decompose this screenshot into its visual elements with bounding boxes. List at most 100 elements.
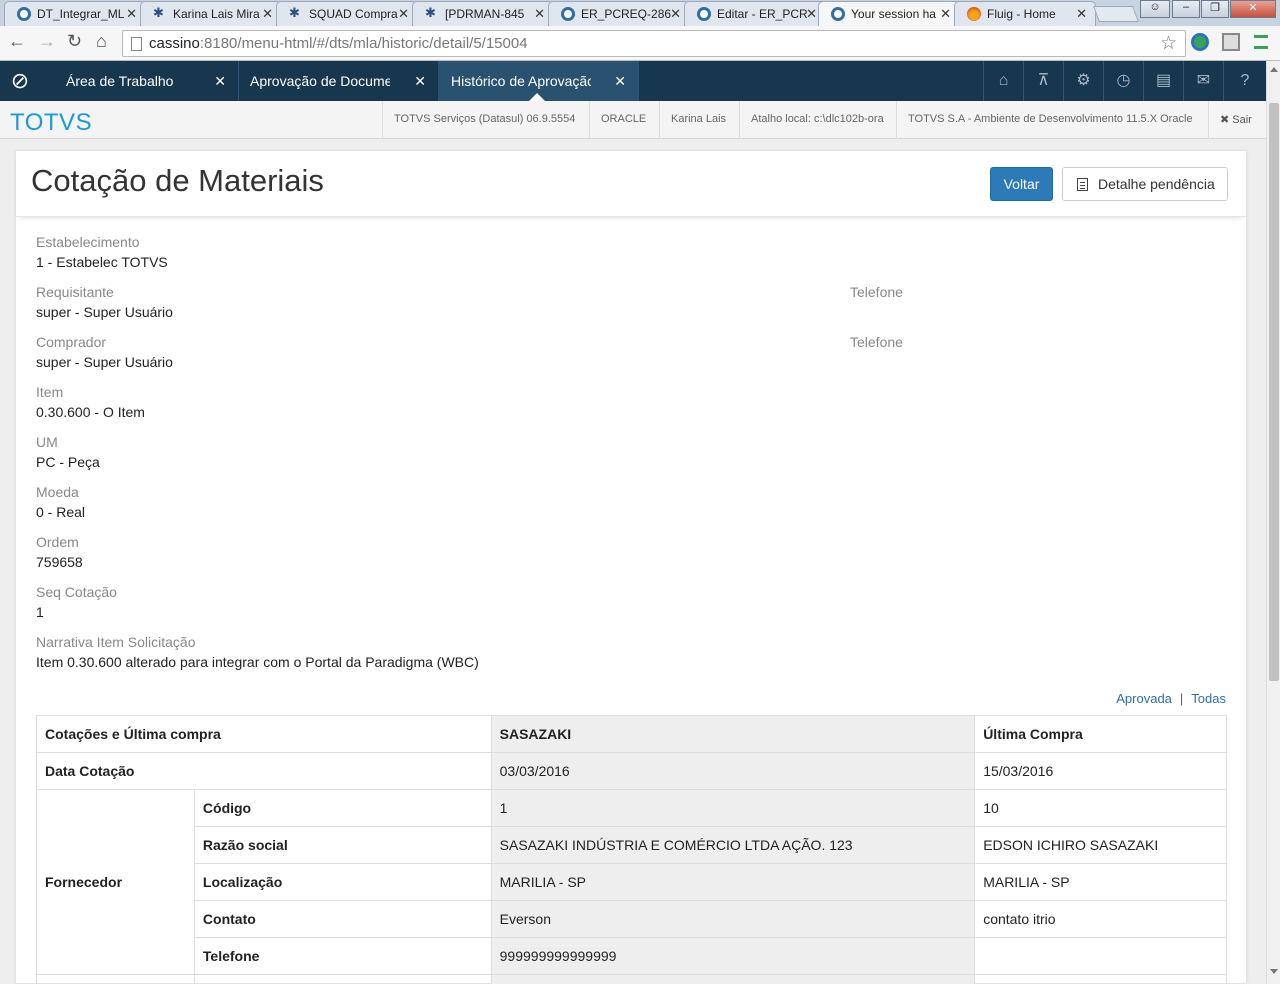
browser-tab[interactable]: ✱ SQUAD Compra ✕ <box>276 1 418 26</box>
gear-icon[interactable]: ⚙ <box>1063 61 1103 101</box>
field-value: Item 0.30.600 alterado para integrar com… <box>36 654 479 670</box>
table-cell <box>974 937 1227 975</box>
page-header: Cotação de Materiais Voltar Detalhe pend… <box>16 151 1246 217</box>
field-moeda: Moeda 0 - Real <box>36 484 85 520</box>
field-label: Item <box>36 384 64 400</box>
row-label: Contato <box>193 900 492 938</box>
info-environment: TOTVS S.A - Ambiente de Desenvolvimento … <box>896 101 1193 139</box>
tab-label: Histórico de Aprovação <box>451 73 591 89</box>
reload-icon[interactable]: ↻ <box>67 31 82 52</box>
table-cell: 15/03/2016 <box>974 752 1227 790</box>
scroll-down-arrow-icon[interactable] <box>1270 969 1278 974</box>
browser-toolbar: ← → ↻ ⌂ cassino:8180/menu-html/#/dts/mla… <box>0 26 1280 61</box>
content-panel: Cotação de Materiais Voltar Detalhe pend… <box>15 150 1247 984</box>
help-icon[interactable]: ? <box>1223 61 1266 101</box>
filter-all-link[interactable]: Todas <box>1191 691 1226 706</box>
maximize-button[interactable]: ❐ <box>1201 0 1229 18</box>
close-icon[interactable]: ✕ <box>670 6 681 22</box>
table-row: Razão social SASAZAKI INDÚSTRIA E COMÉRC… <box>37 826 1227 864</box>
browser-tab[interactable]: Fluig - Home ✕ <box>954 1 1096 26</box>
window-close-button[interactable]: ✕ <box>1230 0 1276 18</box>
logout-link[interactable]: ✖ Sair <box>1208 101 1252 139</box>
field-estabelecimento: Estabelecimento 1 - Estabelec TOTVS <box>36 234 168 270</box>
user-icon[interactable]: ☺ <box>1140 0 1170 18</box>
field-um: UM PC - Peça <box>36 434 100 470</box>
table-row: Fornecedor Código 1 10 <box>36 789 1227 975</box>
close-icon[interactable]: ✕ <box>940 6 951 22</box>
tab-historico-aprovacao[interactable]: Histórico de Aprovação ✕ <box>439 61 639 101</box>
filter-approved-link[interactable]: Aprovada <box>1116 691 1172 706</box>
clock-icon[interactable]: ◷ <box>1103 61 1143 101</box>
browser-tab-title: ER_PCREQ-286 <box>581 7 671 21</box>
forward-icon[interactable]: → <box>38 31 56 52</box>
close-icon[interactable]: ✕ <box>534 6 545 22</box>
back-button[interactable]: Voltar <box>990 167 1053 201</box>
close-icon[interactable]: ✕ <box>414 73 426 90</box>
browser-tab-title: Karina Lais Mira <box>173 7 260 21</box>
detail-pending-button[interactable]: Detalhe pendência <box>1062 167 1228 201</box>
field-requisitante: Requisitante super - Super Usuário <box>36 284 173 320</box>
field-label: Telefone <box>850 284 903 300</box>
field-label: Telefone <box>850 334 903 350</box>
page-title: Cotação de Materiais <box>31 163 324 198</box>
field-item: Item 0.30.600 - O Item <box>36 384 145 420</box>
field-value: 0 - Real <box>36 504 86 520</box>
totvs-logo-icon[interactable]: ⊘ <box>0 61 40 101</box>
home-icon[interactable]: ⌂ <box>96 31 107 52</box>
header-cell: SASAZAKI <box>490 715 976 753</box>
field-value: 1 - Estabelec TOTVS <box>36 254 168 270</box>
tab-aprovacao-documentos[interactable]: Aprovação de Docume ✕ <box>239 61 439 101</box>
field-value: super - Super Usuário <box>36 304 173 320</box>
table-cell <box>36 974 195 984</box>
close-icon[interactable]: ✕ <box>262 6 273 22</box>
back-icon[interactable]: ← <box>8 31 26 52</box>
mail-icon[interactable]: ✉ <box>1183 61 1223 101</box>
browser-tab[interactable]: DT_Integrar_ML ✕ <box>4 1 146 26</box>
close-icon[interactable]: ✕ <box>214 73 226 90</box>
document-icon[interactable]: ▤ <box>1143 61 1183 101</box>
new-tab-button[interactable] <box>1093 6 1139 22</box>
scroll-up-arrow-icon[interactable] <box>1270 67 1278 72</box>
info-database: ORACLE <box>589 101 646 139</box>
extension-globe-icon[interactable] <box>1191 33 1209 51</box>
row-label: Razão social <box>193 826 492 864</box>
field-label: Seq Cotação <box>36 584 117 600</box>
browser-tab[interactable]: Editar - ER_PCR ✕ <box>684 1 826 26</box>
minimize-button[interactable]: – <box>1172 0 1200 18</box>
globe-icon <box>831 7 845 21</box>
table-cell: EDSON ICHIRO SASAZAKI <box>974 826 1227 864</box>
close-icon[interactable]: ✕ <box>1076 6 1087 22</box>
star-icon[interactable]: ☆ <box>1160 32 1177 55</box>
app-header: ⊘ Área de Trabalho ✕ Aprovação de Docume… <box>0 61 1266 101</box>
table-row: Data Cotação 03/03/2016 15/03/2016 <box>36 752 1227 790</box>
close-icon[interactable]: ✕ <box>126 6 137 22</box>
sitemap-icon[interactable]: ⊼ <box>1023 61 1063 101</box>
url-input[interactable]: cassino:8180/menu-html/#/dts/mla/histori… <box>122 30 1186 57</box>
extension-icon[interactable] <box>1222 33 1240 51</box>
row-label: Localização <box>193 863 492 901</box>
tab-label: Aprovação de Docume <box>250 73 390 89</box>
scrollbar-thumb[interactable] <box>1269 103 1279 681</box>
browser-tab[interactable]: ER_PCREQ-286 ✕ <box>548 1 690 26</box>
table-cell: 10 <box>974 789 1227 827</box>
info-product: TOTVS Serviços (Datasul) 06.9.5554 <box>382 101 575 139</box>
close-icon[interactable]: ✕ <box>806 6 817 22</box>
close-icon[interactable]: ✕ <box>614 73 626 90</box>
browser-tab[interactable]: ✱ Karina Lais Mira ✕ <box>140 1 282 26</box>
table-cell <box>490 974 976 984</box>
fire-icon <box>967 7 981 21</box>
vertical-scrollbar[interactable] <box>1266 61 1280 984</box>
browser-tab-active[interactable]: Your session ha ✕ <box>818 1 960 26</box>
document-icon <box>1077 178 1088 191</box>
page-icon <box>131 37 142 51</box>
browser-tab[interactable]: ✱ [PDRMAN-845 ✕ <box>412 1 554 26</box>
close-icon[interactable]: ✕ <box>398 6 409 22</box>
filter-separator: | <box>1179 691 1184 706</box>
table-cell: contato itrio <box>974 900 1227 938</box>
field-value: PC - Peça <box>36 454 100 470</box>
tab-area-de-trabalho[interactable]: Área de Trabalho ✕ <box>40 61 239 101</box>
quotes-table: Cotações e Última compra SASAZAKI Última… <box>36 715 1227 984</box>
home-icon[interactable]: ⌂ <box>983 61 1023 101</box>
menu-icon[interactable] <box>1254 35 1268 49</box>
active-tab-caret <box>529 93 545 101</box>
